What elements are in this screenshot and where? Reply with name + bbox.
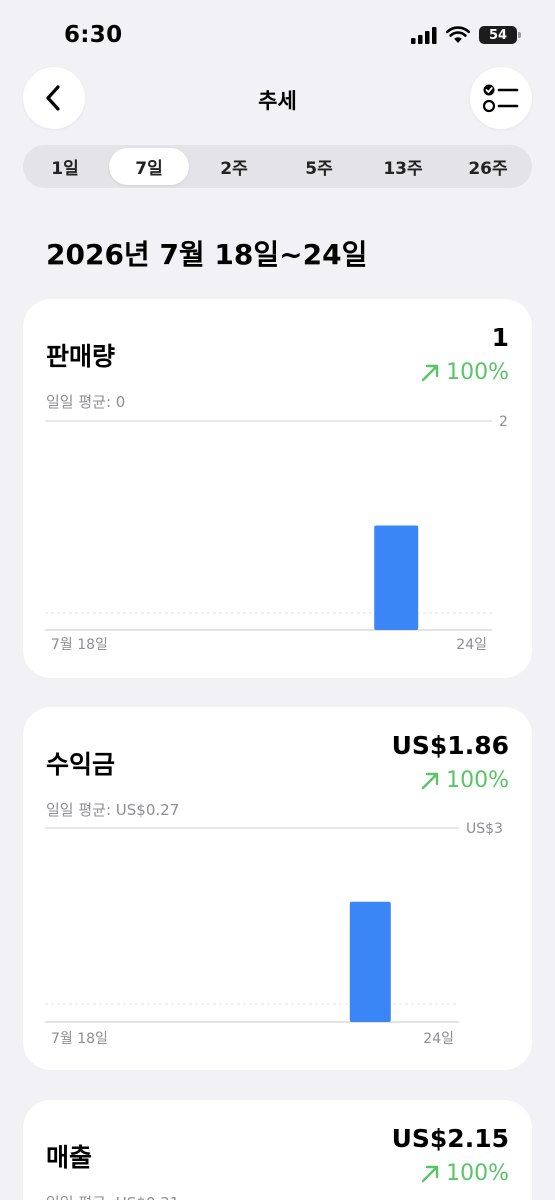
segment-label: 2주 (220, 159, 248, 179)
status-time: 6:30 (64, 22, 123, 48)
period-segmented-control: 1일 7일 2주 5주 13주 26주 (23, 145, 532, 188)
proceeds-card[interactable]: 수익금 US$1.86 100% 일일 평균: US$0.27 US$3 7월 … (23, 707, 532, 1070)
battery-level: 54 (488, 27, 508, 43)
arrow-up-right-icon (421, 1165, 439, 1182)
chart-bar (349, 901, 391, 1022)
segment-2w[interactable]: 2주 (194, 148, 274, 185)
card-daily-average: 일일 평균: US$0.31 (46, 1192, 179, 1200)
segment-13w[interactable]: 13주 (363, 148, 443, 185)
segment-26w[interactable]: 26주 (448, 148, 528, 185)
y-axis-max-label: 2 (499, 414, 508, 430)
wifi-icon (446, 26, 470, 43)
filter-checklist-button[interactable] (470, 67, 532, 129)
card-value: US$2.15 (391, 1124, 509, 1153)
status-icons: 54 (411, 26, 521, 44)
segment-label: 7일 (135, 159, 163, 179)
battery-icon: 54 (479, 26, 521, 44)
y-axis-max-label: US$3 (466, 821, 503, 837)
x-axis-start-label: 7월 18일 (51, 1031, 108, 1047)
status-bar: 6:30 54 (0, 0, 555, 62)
proceeds-chart: US$3 7월 18일 24일 (45, 821, 503, 1047)
x-axis-start-label: 7월 18일 (51, 637, 108, 653)
card-change-value: 100% (446, 1161, 509, 1186)
segment-label: 1일 (51, 159, 79, 179)
chart-bar (374, 525, 419, 630)
segment-7d[interactable]: 7일 (109, 148, 189, 185)
date-range-title: 2026년 7월 18일~24일 (46, 238, 368, 271)
segment-1d[interactable]: 1일 (25, 148, 105, 185)
card-change: 100% (420, 1161, 509, 1186)
segment-label: 26주 (468, 159, 508, 179)
x-axis-end-label: 24일 (456, 637, 487, 653)
card-title: 매출 (46, 1143, 93, 1172)
units-card[interactable]: 판매량 1 100% 일일 평균: 0 2 7월 18일 24일 (23, 299, 532, 678)
checklist-icon (482, 84, 519, 113)
segment-label: 5주 (305, 159, 333, 179)
cellular-signal-icon (411, 26, 437, 44)
segment-5w[interactable]: 5주 (279, 148, 359, 185)
units-chart: 2 7월 18일 24일 (45, 414, 508, 653)
x-axis-end-label: 24일 (423, 1031, 454, 1047)
sales-card[interactable]: 매출 US$2.15 100% 일일 평균: US$0.31 (23, 1100, 532, 1200)
segment-label: 13주 (383, 159, 423, 179)
